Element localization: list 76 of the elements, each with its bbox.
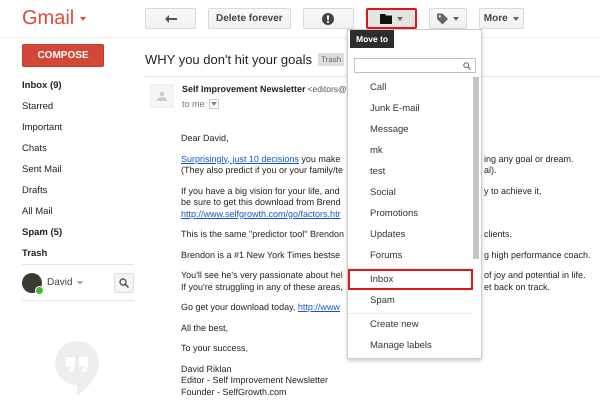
menu-item[interactable]: Call <box>348 77 473 98</box>
sender-email: <editors@ <box>308 84 347 94</box>
labels-button[interactable] <box>428 8 467 29</box>
menu-item[interactable]: Message <box>348 119 473 140</box>
back-button[interactable] <box>145 8 196 29</box>
body-text: To your success, <box>181 343 248 354</box>
body-text: Dear David, <box>181 133 229 144</box>
body-text: David Riklan <box>181 364 232 375</box>
body-text: Editor - Self Improvement Newsletter <box>181 375 328 386</box>
reply-icon <box>164 14 176 22</box>
body-text: You'll see he's very passionate about hel <box>181 270 343 282</box>
body-text: be sure to get this download from Brend <box>181 197 341 208</box>
link[interactable]: http://www.selfgrowth.com/go/factors.htr <box>181 208 341 218</box>
folder-link[interactable]: Chats <box>0 138 140 159</box>
link[interactable]: http://www <box>298 302 340 312</box>
search-button[interactable] <box>114 272 134 292</box>
user-name[interactable]: David <box>47 277 73 288</box>
report-spam-button[interactable] <box>302 8 354 29</box>
menu-item[interactable]: Manage labels <box>348 335 473 356</box>
compose-button[interactable]: COMPOSE <box>22 44 104 67</box>
details-dropdown[interactable] <box>208 99 219 109</box>
recipient-text: to me <box>182 99 205 109</box>
search-icon <box>119 278 129 288</box>
folder-link[interactable]: All Mail <box>0 201 140 222</box>
avatar[interactable] <box>22 272 42 292</box>
body-text: of joy and potential in life. <box>484 270 586 282</box>
folder-link[interactable]: Inbox (9) <box>0 75 140 96</box>
gmail-logo[interactable]: Gmail <box>22 7 74 30</box>
menu-item[interactable]: Updates <box>348 224 473 245</box>
email-subject: WHY you don't hit your goals <box>145 52 312 66</box>
menu-item[interactable]: test <box>348 161 473 182</box>
menu-item[interactable]: Promotions <box>348 203 473 224</box>
body-text: y to achieve it, <box>484 186 542 197</box>
menu-item[interactable]: mk <box>348 140 473 161</box>
body-text: ing any goal or dream. <box>484 154 574 165</box>
body-text: Surprisingly, just 10 decisions you make <box>181 154 340 165</box>
folder-link[interactable]: Sent Mail <box>0 159 140 180</box>
exclamation-icon <box>322 12 334 24</box>
menu-item[interactable]: Create new <box>348 314 473 335</box>
menu-item[interactable]: Social <box>348 182 473 203</box>
body-text: al). <box>484 165 497 176</box>
label-tag[interactable]: Trash <box>318 52 344 66</box>
folder-link[interactable]: Drafts <box>0 180 140 201</box>
move-to-button[interactable] <box>366 8 417 29</box>
delete-forever-button[interactable]: Delete forever <box>208 8 291 29</box>
body-text: If you have a big vision for your life, and <box>181 186 340 197</box>
caret-icon <box>76 280 83 284</box>
folder-link[interactable]: Spam (5) <box>0 222 140 243</box>
sender-avatar-icon <box>150 84 174 108</box>
folder-link[interactable]: Trash <box>0 243 140 264</box>
body-text: All the best, <box>181 322 228 334</box>
body-text: This is the same "predictor tool" Brendon <box>181 229 344 240</box>
body-text: (They also predict if you or your family/te <box>181 165 344 176</box>
caret-icon <box>80 16 86 20</box>
body-text: g high performance coach. <box>484 250 591 261</box>
body-text: Go get your download today, http://www <box>181 302 340 314</box>
folder-link[interactable]: Important <box>0 117 140 138</box>
sender-name: Self Improvement Newsletter <box>182 84 306 94</box>
body-text: Founder - SelfGrowth.com <box>181 386 287 398</box>
scrollbar[interactable] <box>473 77 479 259</box>
search-icon <box>463 62 471 70</box>
menu-item[interactable]: Inbox <box>348 269 473 290</box>
tag-icon <box>436 12 448 24</box>
folder-link[interactable]: Starred <box>0 96 140 117</box>
body-text: Brendon is a #1 New York Times bestse <box>181 250 340 261</box>
search-field[interactable] <box>354 58 476 73</box>
tooltip: Move to <box>350 30 394 48</box>
menu-item[interactable]: Forums <box>348 245 473 266</box>
body-text: et back on track. <box>484 282 550 293</box>
more-button[interactable]: More <box>478 8 524 29</box>
menu-item[interactable]: Spam <box>348 290 473 311</box>
menu-item[interactable]: Junk E-mail <box>348 98 473 119</box>
body-text: clients. <box>484 229 512 240</box>
folder-icon <box>380 14 392 24</box>
link[interactable]: Surprisingly, just 10 decisions <box>181 154 299 164</box>
body-text: If you're struggling in any of these areas, <box>181 282 343 293</box>
